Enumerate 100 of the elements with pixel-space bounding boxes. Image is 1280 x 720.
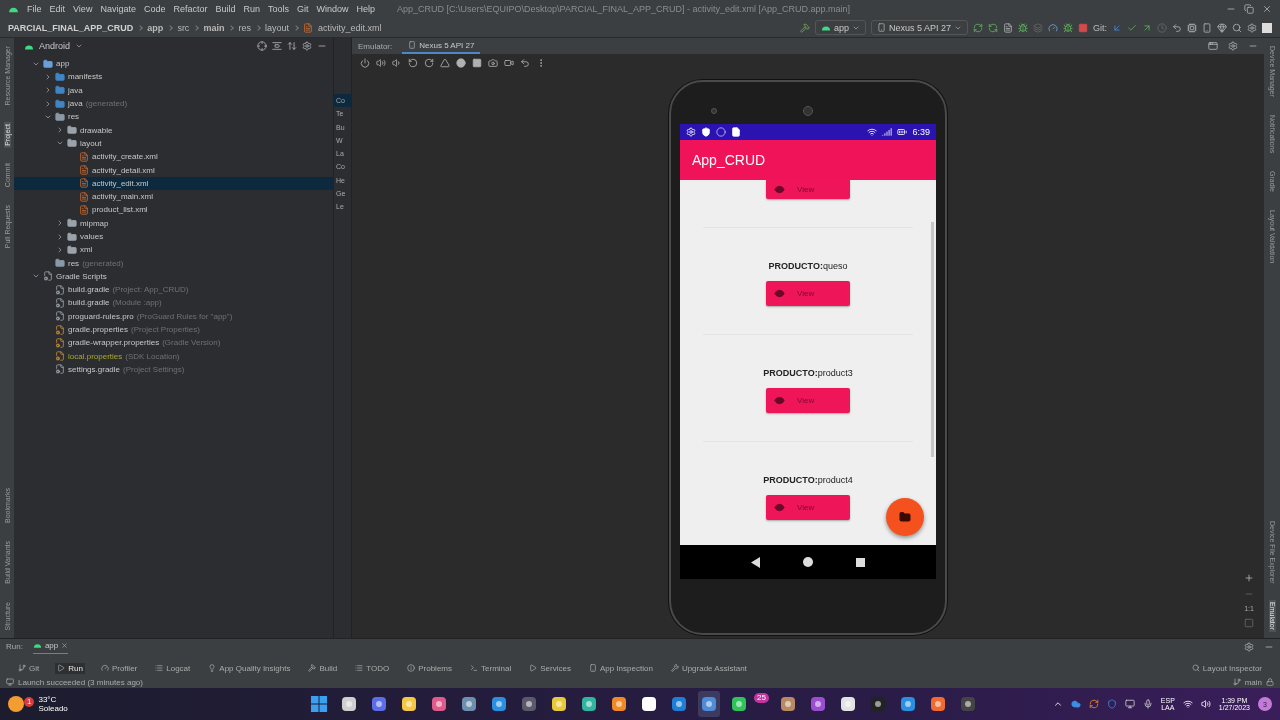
tool-window-tab[interactable]: Logcat <box>153 662 193 674</box>
menu-item[interactable]: Git <box>297 4 309 14</box>
tree-row[interactable]: Gradle Scripts <box>14 269 333 284</box>
update-icon[interactable] <box>1112 22 1122 33</box>
locate-icon[interactable] <box>257 41 267 51</box>
inspector-icon[interactable] <box>1191 664 1200 672</box>
power-icon[interactable] <box>360 58 370 68</box>
gauge-icon[interactable] <box>1048 22 1058 33</box>
file-icon[interactable] <box>79 151 89 162</box>
taskbar-app[interactable] <box>698 691 720 717</box>
rotate-right-icon[interactable] <box>424 58 434 68</box>
rotate-left-icon[interactable] <box>408 58 418 68</box>
sync-icon[interactable] <box>1088 699 1099 709</box>
device-select[interactable]: Nexus 5 API 27 <box>870 20 968 35</box>
lock-icon[interactable] <box>1266 678 1274 686</box>
tree-row[interactable]: values <box>14 229 333 244</box>
overview-icon[interactable] <box>855 557 865 567</box>
apply-changes-icon[interactable] <box>973 22 983 33</box>
file-icon[interactable] <box>55 337 65 348</box>
file-icon[interactable] <box>43 271 53 282</box>
tree-row[interactable]: layout <box>14 136 333 151</box>
restore-icon[interactable] <box>1244 4 1254 14</box>
tool-icon[interactable] <box>100 664 109 672</box>
menu-item[interactable]: Help <box>356 4 376 14</box>
menu-item[interactable]: Window <box>316 4 349 14</box>
tool-icon[interactable] <box>208 664 217 672</box>
close-icon[interactable] <box>61 642 69 649</box>
zoom-in-icon[interactable] <box>1244 573 1254 583</box>
volume-icon[interactable] <box>1200 699 1211 709</box>
tool-window-tab[interactable]: Services <box>527 662 573 674</box>
tree-row[interactable]: settings.gradle (Project Settings) <box>14 362 333 377</box>
tree-row[interactable]: drawable <box>14 123 333 137</box>
tree-row[interactable]: mipmap <box>14 216 333 230</box>
sun-icon[interactable] <box>8 696 24 712</box>
tree-row[interactable]: res <box>14 110 333 124</box>
menu-item[interactable]: Refactor <box>173 4 208 14</box>
branch-name[interactable]: main <box>1244 677 1262 687</box>
tree-row[interactable]: gradle.properties (Project Properties) <box>14 322 333 337</box>
tree-row[interactable]: java <box>14 83 333 97</box>
tool-icon[interactable] <box>588 664 597 672</box>
tool-icon[interactable] <box>155 664 164 672</box>
phone-icon[interactable] <box>408 41 417 49</box>
tree-row[interactable]: product_list.xml <box>14 203 333 217</box>
mic-icon[interactable] <box>1142 699 1153 709</box>
tool-window-tab[interactable]: Upgrade Assistant <box>668 662 749 674</box>
chevron-icon[interactable] <box>1052 699 1063 709</box>
file-icon[interactable] <box>79 178 89 189</box>
menu-item[interactable]: Code <box>143 4 166 14</box>
undo-icon[interactable] <box>520 58 530 68</box>
tool-icon[interactable] <box>407 664 416 672</box>
settings-icon[interactable] <box>1244 641 1254 652</box>
volume-up-icon[interactable] <box>376 58 386 68</box>
tree-row[interactable]: activity_main.xml <box>14 189 333 204</box>
back-icon[interactable] <box>751 556 762 568</box>
menu-item[interactable]: Edit <box>49 4 66 14</box>
breadcrumb-item[interactable]: PARCIAL_FINAL_APP_CRUD <box>8 22 134 33</box>
tool-window-tab[interactable]: TODO <box>353 662 392 674</box>
commit-icon[interactable] <box>1127 22 1137 33</box>
breadcrumb-item[interactable]: app <box>147 22 164 33</box>
tool-icon[interactable] <box>18 664 26 672</box>
tool-icon[interactable] <box>308 664 317 672</box>
menu-item[interactable]: File <box>27 4 42 14</box>
tool-icon[interactable] <box>470 664 478 672</box>
file-icon[interactable] <box>55 351 65 362</box>
volume-down-icon[interactable] <box>392 58 402 68</box>
tool-icon[interactable] <box>355 664 364 672</box>
tool-window-tab[interactable]: Run <box>55 662 85 674</box>
status-icon[interactable] <box>6 678 14 686</box>
camera-icon[interactable] <box>488 58 498 68</box>
tree-row[interactable]: local.properties (SDK Location) <box>14 349 333 363</box>
caret-icon[interactable] <box>75 42 84 50</box>
menu-item[interactable]: Tools <box>268 4 289 14</box>
add-button[interactable] <box>886 498 924 536</box>
phone-icon[interactable] <box>876 23 886 32</box>
tree-row[interactable]: manifests <box>14 70 333 84</box>
file-icon[interactable] <box>55 298 65 308</box>
settings-icon[interactable] <box>302 41 312 51</box>
breadcrumb-item[interactable]: src <box>177 22 190 33</box>
tool-icon[interactable] <box>57 664 66 672</box>
tool-window-tab[interactable]: Git <box>16 662 42 674</box>
tool-window-tab[interactable]: Problems <box>405 662 454 674</box>
file-icon[interactable] <box>79 204 89 215</box>
tree-row[interactable]: activity_edit.xml <box>14 176 333 190</box>
bug-icon[interactable] <box>1018 22 1028 33</box>
file-icon[interactable] <box>55 311 65 322</box>
tree-row[interactable]: app <box>14 57 333 71</box>
apply-code-icon[interactable] <box>988 22 998 33</box>
branch-icon[interactable] <box>1232 678 1241 686</box>
window-icon[interactable] <box>1208 41 1218 51</box>
settings-icon[interactable] <box>1247 22 1257 33</box>
bug-icon[interactable] <box>1063 22 1073 33</box>
search-icon[interactable] <box>1232 22 1242 33</box>
file-icon[interactable] <box>1003 22 1013 33</box>
cloud-icon[interactable] <box>1070 699 1081 709</box>
tool-window-tab[interactable]: Build <box>306 662 340 674</box>
undo-icon[interactable] <box>1172 22 1182 33</box>
home-icon[interactable] <box>456 58 466 68</box>
file-icon[interactable] <box>55 284 65 295</box>
home-icon[interactable] <box>803 557 814 567</box>
menu-item[interactable]: Navigate <box>100 4 136 14</box>
